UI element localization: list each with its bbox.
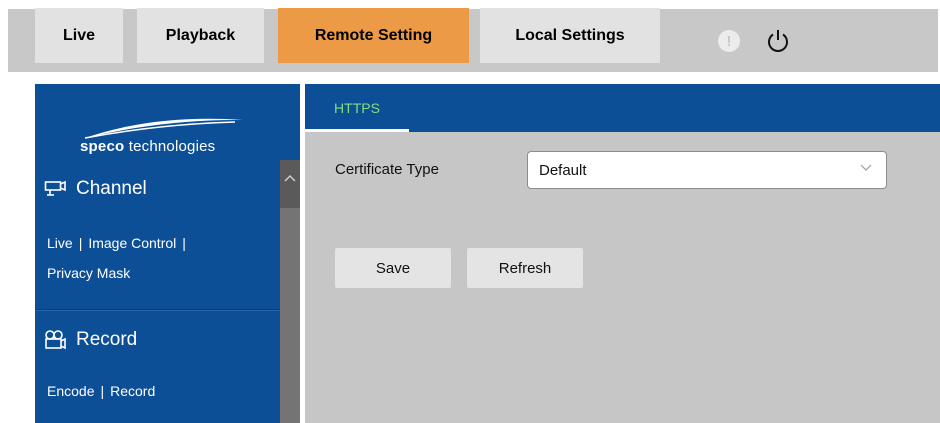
tab-https[interactable]: HTTPS <box>305 84 409 132</box>
certificate-type-select[interactable]: Default <box>527 151 887 189</box>
tab-live[interactable]: Live <box>35 8 123 63</box>
sidebar: speco technologies Channel Live | Image Co… <box>35 84 280 423</box>
sidebar-scroll-gap <box>280 84 300 160</box>
record-links: Encode | Record <box>47 376 155 406</box>
power-icon[interactable] <box>764 27 792 55</box>
sidebar-link-encode[interactable]: Encode <box>47 383 94 399</box>
sidebar-link-live[interactable]: Live <box>47 235 73 251</box>
sidebar-link-record[interactable]: Record <box>110 383 155 399</box>
speco-logo: speco technologies <box>75 114 245 158</box>
tab-local-settings[interactable]: Local Settings <box>480 8 660 63</box>
refresh-button[interactable]: Refresh <box>467 248 583 288</box>
tab-remote-setting[interactable]: Remote Setting <box>278 8 469 63</box>
save-button[interactable]: Save <box>335 248 451 288</box>
content-panel: HTTPS Certificate Type Default Save Refr… <box>305 84 940 423</box>
alert-icon[interactable]: ! <box>718 30 740 52</box>
scroll-up-button[interactable] <box>280 160 300 208</box>
link-separator: | <box>78 235 83 251</box>
sidebar-scrollbar[interactable] <box>280 160 300 423</box>
certificate-type-label: Certificate Type <box>335 161 439 178</box>
sidebar-divider <box>35 309 280 310</box>
sidebar-section-channel[interactable]: Channel <box>44 178 147 200</box>
logo-suffix: technologies <box>124 138 216 155</box>
chevron-down-icon <box>860 164 872 171</box>
sidebar-link-image-control[interactable]: Image Control <box>88 235 176 251</box>
logo-brand: speco <box>80 138 125 155</box>
sidebar-section-channel-title: Channel <box>76 178 147 199</box>
recorder-icon <box>45 330 66 350</box>
link-separator: | <box>182 235 186 251</box>
chevron-up-icon <box>284 174 296 182</box>
camera-icon <box>44 180 66 196</box>
content-tab-bar: HTTPS <box>305 84 940 132</box>
certificate-type-value: Default <box>539 161 587 179</box>
tab-playback[interactable]: Playback <box>137 8 264 63</box>
sidebar-section-record-title: Record <box>76 329 138 350</box>
channel-links: Live | Image Control | Privacy Mask <box>47 228 192 288</box>
sidebar-link-privacy-mask[interactable]: Privacy Mask <box>47 265 130 281</box>
sidebar-section-record[interactable]: Record <box>44 329 137 351</box>
link-separator: | <box>100 383 105 399</box>
